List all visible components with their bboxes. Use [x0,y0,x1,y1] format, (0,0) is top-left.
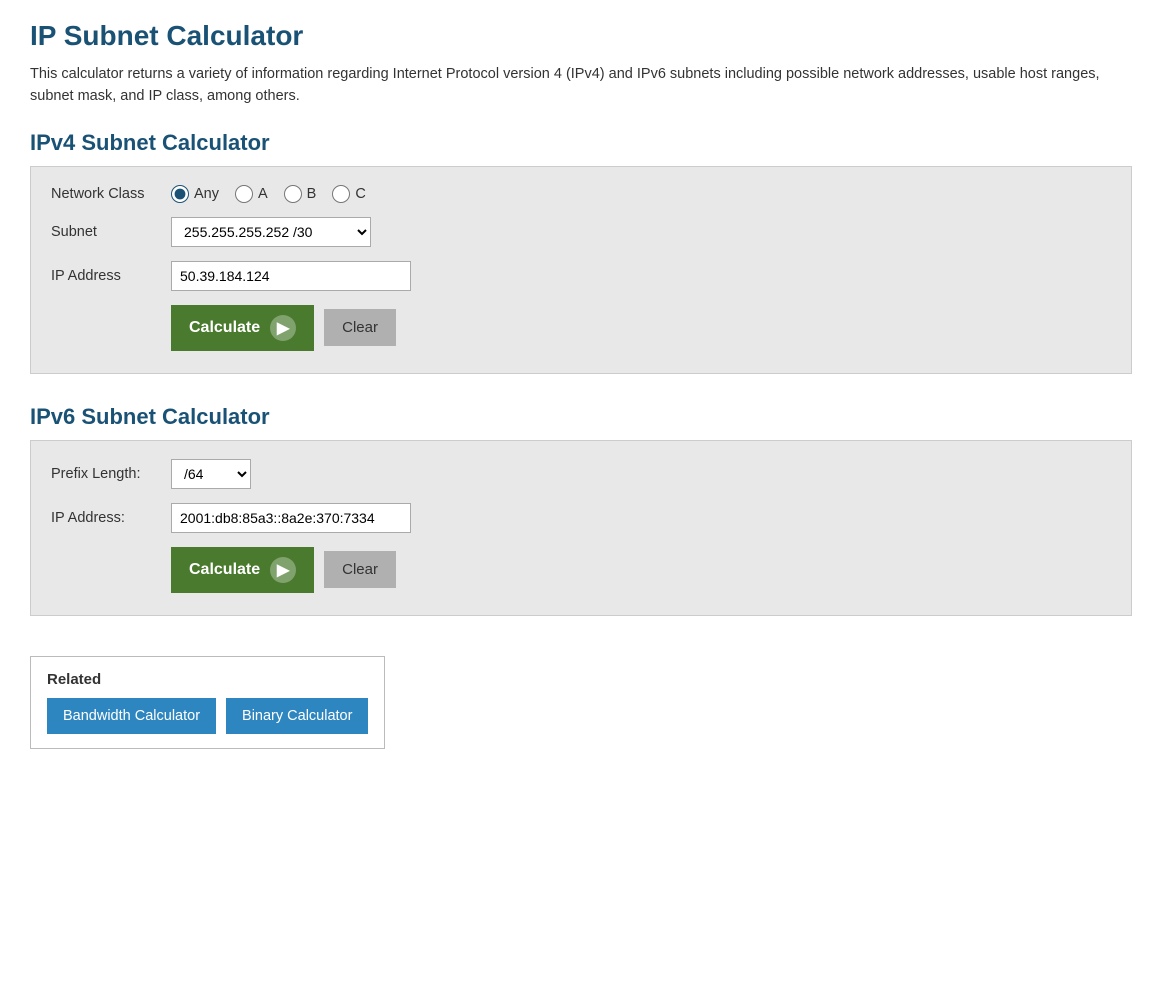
ipv4-clear-button[interactable]: Clear [324,309,396,346]
ipv6-clear-button[interactable]: Clear [324,551,396,588]
prefix-length-label: Prefix Length: [51,466,171,482]
radio-option-c: C [332,185,365,203]
ipv4-calculate-arrow-icon: ▶ [270,315,296,341]
subnet-row: Subnet 255.255.255.252 /30255.255.255.24… [51,217,1111,247]
network-class-row: Network Class Any A B C [51,185,1111,203]
network-class-radio-group: Any A B C [171,185,366,203]
bandwidth-calculator-link[interactable]: Bandwidth Calculator [47,698,216,734]
ip-address-input[interactable] [171,261,411,291]
related-links: Bandwidth Calculator Binary Calculator [47,698,368,734]
radio-a[interactable] [235,185,253,203]
radio-b-label: B [307,186,317,202]
related-box: Related Bandwidth Calculator Binary Calc… [30,656,385,749]
ipv6-calculator-box: Prefix Length: /48/56/60/64/96/112/128 I… [30,440,1132,616]
network-class-label: Network Class [51,186,171,202]
radio-c[interactable] [332,185,350,203]
ipv4-calculate-button[interactable]: Calculate ▶ [171,305,314,351]
page-description: This calculator returns a variety of inf… [30,64,1132,108]
radio-option-b: B [284,185,317,203]
ip-address-row: IP Address [51,261,1111,291]
ipv6-calculate-arrow-icon: ▶ [270,557,296,583]
radio-b[interactable] [284,185,302,203]
radio-a-label: A [258,186,268,202]
ipv6-address-label: IP Address: [51,510,171,526]
ipv6-calculate-button[interactable]: Calculate ▶ [171,547,314,593]
radio-any-label: Any [194,186,219,202]
ipv6-section-title: IPv6 Subnet Calculator [30,404,1132,430]
binary-calculator-link[interactable]: Binary Calculator [226,698,368,734]
ipv6-address-row: IP Address: [51,503,1111,533]
radio-option-a: A [235,185,268,203]
prefix-length-select[interactable]: /48/56/60/64/96/112/128 [171,459,251,489]
page-title: IP Subnet Calculator [30,20,1132,52]
radio-c-label: C [355,186,365,202]
radio-any[interactable] [171,185,189,203]
radio-option-any: Any [171,185,219,203]
ipv4-calculate-label: Calculate [189,319,260,337]
ipv6-button-row: Calculate ▶ Clear [171,547,1111,593]
ipv4-button-row: Calculate ▶ Clear [171,305,1111,351]
subnet-label: Subnet [51,224,171,240]
ipv6-calculate-label: Calculate [189,561,260,579]
subnet-select[interactable]: 255.255.255.252 /30255.255.255.248 /2925… [171,217,371,247]
ipv4-section-title: IPv4 Subnet Calculator [30,130,1132,156]
ipv6-address-input[interactable] [171,503,411,533]
ipv4-calculator-box: Network Class Any A B C Subnet 255.255.2… [30,166,1132,374]
related-title: Related [47,671,368,688]
ip-address-label: IP Address [51,268,171,284]
prefix-length-row: Prefix Length: /48/56/60/64/96/112/128 [51,459,1111,489]
